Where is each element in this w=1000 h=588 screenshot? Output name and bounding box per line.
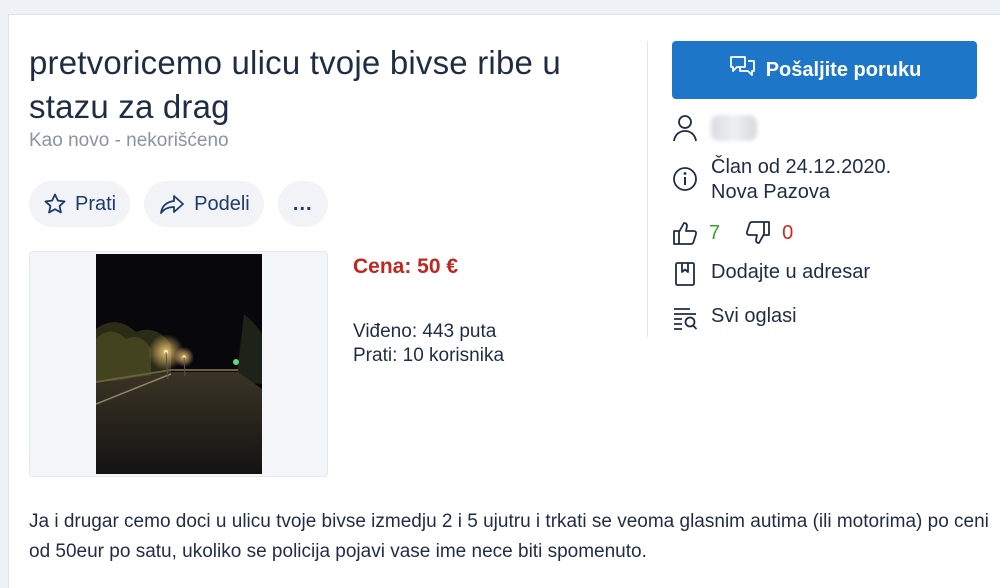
share-label: Podeli: [194, 192, 250, 215]
listing-photo[interactable]: [96, 254, 262, 474]
seller-name-row: [671, 113, 757, 143]
likes-count: 7: [709, 221, 721, 244]
dislikes-count: 0: [782, 221, 794, 244]
chat-icon: [728, 54, 756, 86]
follower-count: Prati: 10 korisnika: [353, 345, 505, 366]
thumbs-up-icon[interactable]: [671, 219, 699, 247]
bookmark-icon: [671, 261, 699, 287]
more-label: ...: [292, 192, 313, 215]
listing-condition: Kao novo - nekorišćeno: [29, 130, 229, 151]
add-to-addressbook-link[interactable]: Dodajte u adresar: [671, 261, 870, 287]
follow-label: Prati: [75, 192, 117, 215]
listing-title: pretvoricemo ulicu tvoje bivse ribe u st…: [29, 44, 561, 125]
list-icon: [671, 305, 699, 331]
listing-stats: Viđeno: 443 puta Prati: 10 korisnika: [353, 320, 504, 368]
listing-description: Ja i drugar cemo doci u ulicu tvoje bivs…: [29, 511, 989, 562]
seller-info-row: Član od 24.12.2020. Nova Pazova: [671, 155, 891, 205]
seller-rating-row: 7 0: [671, 219, 793, 247]
thumbs-down-icon[interactable]: [744, 219, 772, 247]
listing-actions: Prati Podeli ...: [29, 181, 328, 227]
star-icon: [43, 192, 67, 216]
all-ads-link[interactable]: Svi oglasi: [671, 305, 797, 331]
user-icon: [671, 113, 699, 143]
member-since: Član od 24.12.2020.: [711, 156, 892, 178]
listing-price: Cena: 50 €: [353, 255, 459, 278]
all-ads-label: Svi oglasi: [711, 305, 797, 327]
follow-button[interactable]: Prati: [29, 181, 131, 227]
add-to-addressbook-label: Dodajte u adresar: [711, 261, 870, 283]
seller-member-info: Član od 24.12.2020. Nova Pazova: [711, 155, 891, 205]
seller-name-redacted[interactable]: [711, 115, 757, 141]
send-message-label: Pošaljite poruku: [765, 58, 922, 81]
info-icon: [671, 166, 699, 192]
column-divider: [647, 41, 648, 337]
send-message-button[interactable]: Pošaljite poruku: [672, 41, 977, 99]
share-button[interactable]: Podeli: [144, 181, 264, 227]
share-icon: [158, 192, 186, 216]
more-options-button[interactable]: ...: [277, 181, 328, 227]
view-count: Viđeno: 443 puta: [353, 321, 497, 342]
listing-image-frame: [29, 251, 328, 477]
seller-location: Nova Pazova: [711, 181, 830, 203]
listing-card: pretvoricemo ulicu tvoje bivse ribe u st…: [8, 14, 1000, 588]
